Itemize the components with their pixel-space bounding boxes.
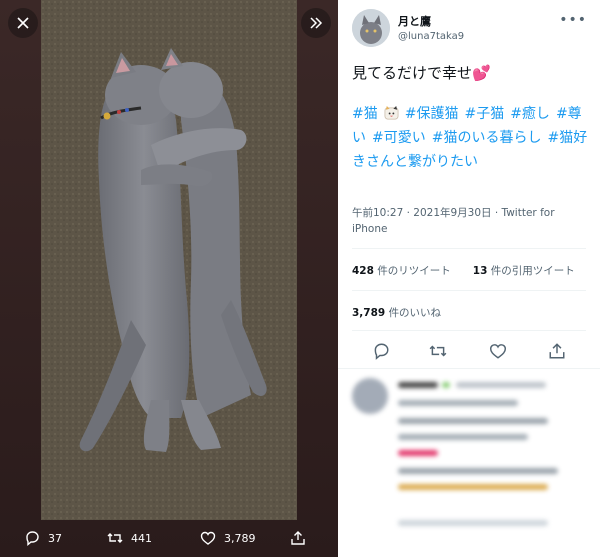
like-stats: 3,789 件のいいね [352,305,441,320]
reply-avatar [352,378,388,414]
hashtag[interactable]: #保護猫 [405,106,459,122]
more-options-icon[interactable]: ••• [559,12,587,28]
like-button[interactable] [489,342,507,360]
heart-icon [200,531,216,545]
tweet-author[interactable]: 月と鷹 @luna7taka9 [352,9,464,47]
media-share-button[interactable] [290,530,306,546]
hashtag[interactable]: #猫 [352,106,378,122]
hashtag[interactable]: #猫のいる暮らし [432,130,542,146]
quote-count[interactable]: 13 [473,265,488,277]
media-like-count: 3,789 [224,531,256,545]
reply-icon [374,343,389,360]
quote-label[interactable]: 件の引用ツイート [491,265,575,277]
blurred-reply [338,372,600,557]
media-reply-button[interactable]: 37 [24,530,62,546]
tweet-text: 見てるだけで幸せ💕 [352,62,588,84]
media-retweet-button[interactable]: 441 [107,530,152,546]
hashtag[interactable]: #子猫 [464,106,504,122]
tweet-timestamp[interactable]: 午前10:27 · 2021年9月30日 · Twitter for iPhon… [352,205,582,237]
media-viewer: 37 441 3,789 [0,0,338,557]
reply-button[interactable] [372,342,390,360]
reply-icon [26,531,39,546]
media-retweet-count: 441 [131,531,152,545]
retweet-count[interactable]: 428 [352,265,374,277]
hashtag-list: #猫 #保護猫 #子猫 #癒し #尊い #可愛い #猫のいる暮らし #猫好きさんと繋がりたい [352,102,592,174]
media-like-button[interactable]: 3,789 [200,530,256,546]
hashtag[interactable]: #癒し [510,106,550,122]
divider [338,368,600,369]
cat-emoji-icon [384,105,399,120]
media-action-bar: 37 441 3,789 [0,520,338,557]
tweet-action-bar [352,340,586,362]
heart-icon [489,344,507,359]
close-button[interactable] [8,8,38,38]
share-icon [291,531,305,545]
media-reply-count: 37 [48,531,62,545]
tweet-text-body: 見てるだけで幸せ [352,64,473,82]
expand-icon [310,17,323,29]
like-label[interactable]: 件のいいね [389,307,442,319]
close-icon [17,17,29,29]
divider [352,330,586,331]
share-icon [549,343,565,359]
divider [352,290,586,291]
retweet-button[interactable] [429,342,447,360]
avatar[interactable] [352,9,390,47]
hashtag[interactable]: #可愛い [372,130,426,146]
retweet-label[interactable]: 件のリツイート [377,265,451,277]
retweet-stats: 428 件のリツイート 13 件の引用ツイート [352,263,575,278]
retweet-icon [429,345,447,357]
retweet-icon [107,533,123,543]
two-hearts-emoji: 💕 [472,64,491,82]
share-button[interactable] [548,342,566,360]
user-handle[interactable]: @luna7taka9 [398,31,464,42]
expand-button[interactable] [301,8,331,38]
like-count[interactable]: 3,789 [352,307,385,319]
tweet-detail: 月と鷹 @luna7taka9 ••• 見てるだけで幸せ💕 #猫 #保護猫 #子猫… [338,0,600,557]
display-name[interactable]: 月と鷹 [398,13,464,29]
tweet-photo[interactable] [41,0,297,520]
divider [352,248,586,249]
